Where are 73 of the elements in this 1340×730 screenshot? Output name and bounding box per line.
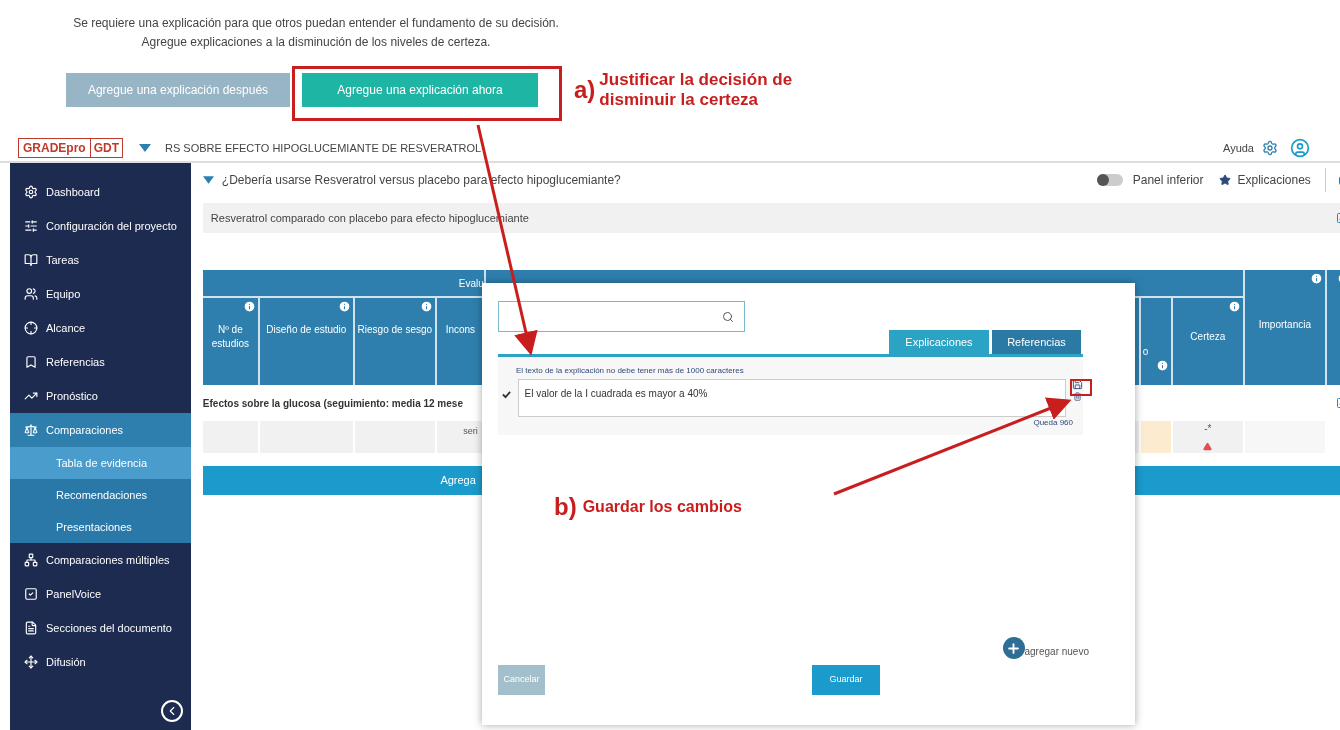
document-icon bbox=[24, 621, 38, 635]
move-icon bbox=[24, 655, 38, 669]
network-icon bbox=[24, 553, 38, 567]
expand-icon[interactable] bbox=[202, 176, 214, 184]
add-new-link[interactable]: agregar nuevo bbox=[1024, 644, 1089, 659]
logo[interactable]: GRADEpro GDT bbox=[18, 138, 123, 158]
users-icon bbox=[24, 287, 38, 301]
toggle-switch[interactable] bbox=[1096, 174, 1123, 186]
book-icon bbox=[24, 253, 38, 267]
intro-text: Se requiere una explicación para que otros puedan entender el fundamento de su decisión. Agregue explicaciones a la disminución de los niveles de certeza. bbox=[72, 15, 560, 51]
check-icon bbox=[502, 389, 512, 399]
bookmark-icon bbox=[24, 355, 38, 369]
table-cell: seri bbox=[436, 421, 484, 453]
search-field[interactable] bbox=[498, 301, 745, 332]
explanations-link[interactable]: Explicaciones bbox=[1237, 171, 1311, 189]
column-header: Riesgo de sesgo bbox=[354, 298, 435, 385]
scale-icon bbox=[24, 423, 38, 437]
sidebar-item[interactable]: Comparaciones bbox=[10, 413, 191, 447]
crosshair-icon bbox=[24, 321, 38, 335]
info-icon[interactable] bbox=[1227, 300, 1241, 313]
sidebar-item[interactable]: Pronóstico bbox=[10, 379, 191, 413]
collapse-button[interactable] bbox=[160, 700, 183, 722]
sidebar-item[interactable]: PanelVoice bbox=[10, 577, 191, 611]
sliders-icon bbox=[24, 219, 38, 233]
certainty-value: -* bbox=[1204, 422, 1212, 436]
sidebar-item[interactable]: Alcance bbox=[10, 311, 191, 345]
highlight-frame bbox=[1070, 379, 1092, 396]
column-header: Certeza bbox=[1172, 298, 1243, 385]
tab[interactable]: Referencias bbox=[992, 330, 1081, 354]
star-icon bbox=[1219, 174, 1232, 186]
trash-icon[interactable] bbox=[1073, 392, 1082, 401]
sidebar-item[interactable]: Comparaciones múltiples bbox=[10, 543, 191, 577]
help-link[interactable]: Ayuda bbox=[1223, 139, 1254, 157]
column-header: Nº de estudios bbox=[202, 298, 258, 385]
plus-icon[interactable] bbox=[1006, 640, 1021, 656]
warning-icon bbox=[1203, 442, 1213, 451]
checkbox[interactable] bbox=[502, 389, 512, 399]
sidebar-item[interactable]: Tareas bbox=[10, 243, 191, 277]
settings-icon bbox=[24, 185, 38, 199]
sidebar-subitem[interactable]: Recomendaciones bbox=[10, 479, 191, 511]
settings-icon[interactable] bbox=[1262, 140, 1278, 156]
column-header: o bbox=[1140, 298, 1171, 385]
checkbox-icon bbox=[24, 587, 38, 601]
info-icon[interactable] bbox=[1309, 272, 1323, 285]
info-icon[interactable] bbox=[337, 300, 351, 313]
sidebar-subitem[interactable]: Presentaciones bbox=[10, 511, 191, 543]
table-cell bbox=[1140, 421, 1171, 453]
annotation-label: a) bbox=[574, 75, 596, 105]
annotation-label: b) bbox=[554, 492, 577, 522]
search-icon bbox=[722, 310, 734, 323]
explanation-field[interactable]: El valor de la I cuadrada es mayor a 40% bbox=[517, 379, 1066, 417]
sidebar-item[interactable]: Difusión bbox=[10, 645, 191, 679]
sidebar-item[interactable]: Secciones del documento bbox=[10, 611, 191, 645]
sidebar-item[interactable]: Dashboard bbox=[10, 175, 191, 209]
info-icon[interactable] bbox=[1155, 359, 1169, 372]
outcome-label: Efectos sobre la glucosa (seguimiento: media 12 mese bbox=[202, 396, 463, 411]
dropdown-icon[interactable] bbox=[139, 144, 151, 152]
sidebar-item[interactable]: Referencias bbox=[10, 345, 191, 379]
remaining-count: Queda 960 bbox=[1032, 417, 1074, 429]
annotation-text: Guardar los cambios bbox=[582, 497, 742, 517]
sidebar-item[interactable]: Equipo bbox=[10, 277, 191, 311]
column-header: Importancia bbox=[1244, 270, 1325, 385]
info-icon[interactable] bbox=[419, 300, 433, 313]
annotation-text: Justificar la decisión de disminuir la certeza bbox=[599, 70, 794, 110]
project-title: RS SOBRE EFECTO HIPOGLUCEMIANTE DE RESVERATROL bbox=[165, 140, 482, 156]
column-header: Diseño de estudio bbox=[259, 298, 353, 385]
sidebar-item[interactable]: Configuración del proyecto bbox=[10, 209, 191, 243]
column-header: Incons bbox=[436, 298, 484, 385]
hint-text: El texto de la explicación no debe tener más de 1000 caracteres bbox=[515, 365, 745, 377]
info-icon[interactable] bbox=[242, 300, 256, 313]
toggle-label: Panel inferior bbox=[1132, 172, 1204, 189]
save-icon[interactable] bbox=[1072, 379, 1083, 390]
user-icon[interactable] bbox=[1290, 138, 1310, 158]
